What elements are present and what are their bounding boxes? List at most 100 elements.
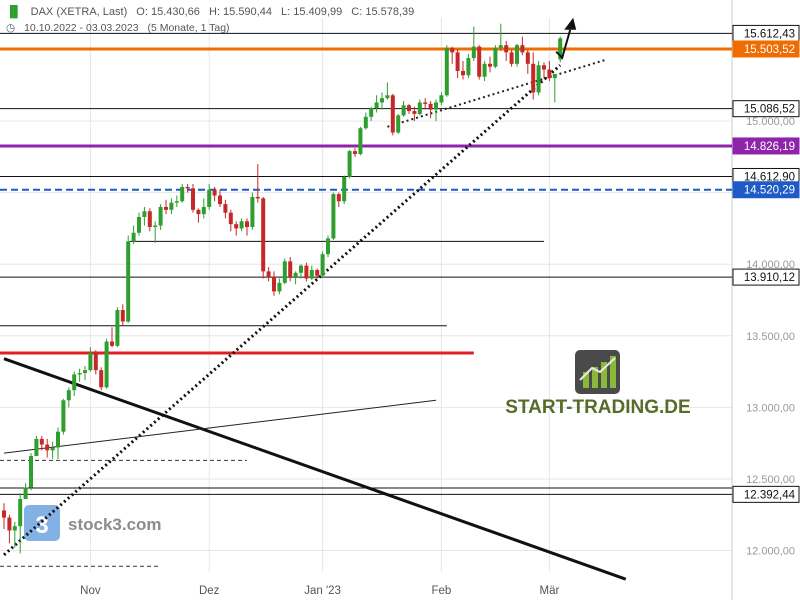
candle-body: [315, 269, 320, 276]
candle-body: [147, 211, 152, 228]
candle: [99, 367, 104, 391]
candle: [61, 398, 66, 435]
candle: [450, 46, 455, 64]
candle: [185, 184, 190, 193]
candle: [477, 45, 482, 80]
candle-body: [293, 272, 298, 278]
candle-body: [212, 189, 217, 196]
candle: [234, 221, 239, 236]
candle-body: [531, 63, 536, 93]
trend-line-thin-rising: [3, 399, 437, 454]
candle: [520, 36, 525, 56]
candle-body: [174, 201, 179, 203]
period: (5 Monate, 1 Tag): [147, 22, 230, 34]
range-line: ◷ 10.10.2022 - 03.03.2023 (5 Monate, 1 T…: [6, 22, 236, 34]
candle: [137, 212, 141, 236]
candle-body: [164, 206, 168, 210]
candle: [228, 209, 233, 232]
stock3-text: stock3.com: [68, 515, 162, 534]
candle: [88, 347, 93, 372]
candle: [363, 112, 368, 130]
chart-canvas: START-TRADING.DE 3 stock3.com 12.000,00 1…: [0, 0, 800, 600]
candle-body: [228, 212, 233, 225]
candle-body: [234, 224, 239, 229]
watermarks: START-TRADING.DE 3 stock3.com: [24, 350, 691, 541]
candle: [223, 199, 228, 219]
candle: [23, 483, 28, 499]
candle-body: [239, 221, 244, 229]
candle: [83, 365, 87, 381]
candle-body: [34, 438, 39, 457]
candle-body: [363, 116, 368, 129]
stock3-badge-text: 3: [35, 512, 48, 539]
candle: [245, 218, 249, 236]
candle-body: [72, 374, 77, 391]
candle-body: [18, 498, 23, 527]
candle: [358, 126, 363, 156]
price-label-text: 15.612,43: [744, 28, 795, 40]
candle: [488, 56, 492, 73]
candle: [261, 196, 266, 279]
candle-body: [153, 225, 158, 228]
candle: [396, 113, 401, 134]
candle-body: [56, 431, 60, 448]
candle: [45, 438, 50, 458]
price-label: 14.520,29: [732, 181, 800, 199]
candle-body: [309, 269, 314, 279]
candle-body: [261, 198, 266, 272]
y-tick-label: 13.000,00: [746, 402, 795, 414]
candle-body: [498, 45, 503, 49]
candle-body: [542, 65, 546, 70]
candle-body: [223, 204, 228, 213]
candle-body: [536, 65, 541, 93]
candle-body: [547, 69, 552, 79]
candle: [439, 92, 444, 106]
candle: [169, 198, 174, 215]
start-trading-text: START-TRADING.DE: [505, 397, 690, 418]
candle: [282, 258, 287, 285]
candle-body: [83, 370, 87, 374]
candle: [493, 45, 498, 69]
candle-body: [444, 48, 449, 96]
candle-body: [158, 206, 163, 226]
candle-body: [380, 98, 384, 103]
price-label: 12.392,44: [732, 485, 800, 503]
candle: [455, 49, 460, 79]
low-value: L: 15.409,99: [281, 6, 343, 18]
candle: [142, 206, 147, 226]
candle-body: [282, 261, 287, 283]
candle-body: [104, 341, 109, 388]
candle: [336, 192, 341, 207]
candle-body: [66, 390, 71, 401]
candle-body: [482, 63, 487, 77]
candle: [342, 175, 347, 205]
trend-line-uptrend-dotted: [3, 64, 562, 556]
candle-body: [552, 73, 557, 79]
candle-body: [320, 254, 325, 276]
candle: [277, 278, 282, 295]
instrument-name: DAX (XETRA, Last): [30, 6, 128, 18]
candle: [434, 99, 438, 122]
candles: [2, 23, 563, 554]
x-tick-label: Mär: [539, 585, 559, 597]
candle: [115, 307, 120, 348]
candle: [320, 251, 325, 278]
candle: [72, 371, 77, 396]
candle-body: [358, 128, 363, 154]
start-trading-logo: START-TRADING.DE: [505, 350, 691, 418]
candle-body: [180, 186, 185, 202]
candle: [525, 49, 530, 74]
candle-body: [142, 211, 147, 217]
x-tick-label: Feb: [431, 585, 451, 597]
price-label-text: 13.910,12: [744, 272, 795, 284]
candle: [401, 101, 406, 117]
candle: [428, 101, 433, 119]
candle: [7, 514, 12, 544]
candle-body: [369, 108, 374, 117]
candle-body: [477, 46, 482, 77]
candle-body: [250, 196, 255, 228]
candle-body: [218, 195, 222, 205]
candle-body: [374, 102, 379, 109]
candle: [77, 368, 82, 382]
price-label-text: 12.392,44: [744, 489, 796, 501]
